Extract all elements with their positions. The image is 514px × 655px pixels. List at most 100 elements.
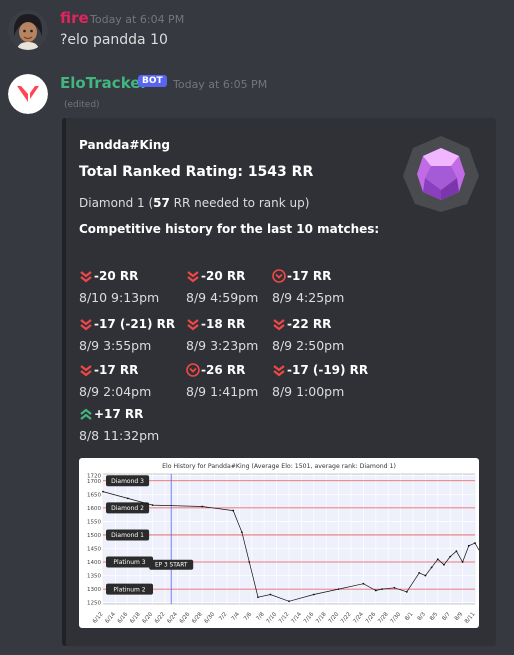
elo-data-point	[474, 542, 476, 544]
circle-down-icon	[186, 363, 200, 377]
bot-avatar[interactable]	[8, 74, 48, 114]
elo-data-point	[436, 558, 439, 561]
match-date: 8/10 9:13pm	[79, 290, 160, 305]
x-tick-label: 8/9	[454, 611, 465, 622]
elo-data-point	[126, 497, 129, 500]
y-tick-label: 1550	[87, 519, 101, 525]
match-date: 8/9 2:50pm	[272, 338, 345, 353]
double-down-arrow-icon	[79, 269, 93, 283]
elo-data-point	[288, 600, 290, 603]
elo-data-point	[257, 596, 259, 599]
elo-history-chart: Elo History for Pandda#King (Average Elo…	[79, 458, 514, 628]
bot-badge: BOT	[138, 75, 167, 87]
embed-author: Pandda#King	[79, 138, 170, 152]
username[interactable]: fire	[60, 9, 89, 27]
bot-username[interactable]: EloTracker	[60, 74, 148, 92]
x-tick-label: 7/12	[278, 611, 291, 624]
match-rr-change: -17 RR	[272, 266, 377, 286]
match-field: -22 RR 8/9 2:50pm	[272, 314, 377, 353]
y-tick-label: 1450	[87, 546, 101, 552]
elo-data-point	[102, 490, 104, 493]
diamond-rank-icon	[401, 134, 481, 214]
event-label: EP 3 START	[155, 563, 188, 569]
double-down-arrow-icon	[272, 363, 286, 377]
x-tick-label: 6/18	[129, 611, 142, 625]
match-date: 8/9 4:25pm	[272, 290, 345, 305]
timestamp: Today at 6:04 PM	[90, 13, 185, 26]
elo-data-point	[201, 505, 204, 508]
match-date: 8/9 1:00pm	[272, 384, 345, 399]
x-tick-label: 8/3	[417, 611, 428, 622]
x-tick-label: 6/22	[154, 611, 167, 624]
elo-data-point	[455, 550, 458, 553]
elo-data-point	[312, 593, 315, 596]
x-tick-label: 6/26	[179, 611, 192, 625]
match-date: 8/9 2:04pm	[79, 384, 152, 399]
elo-data-point	[232, 509, 235, 512]
x-tick-label: 7/28	[377, 611, 390, 625]
x-tick-label: 7/26	[365, 611, 378, 625]
elo-data-point	[151, 504, 154, 507]
x-tick-label: 8/1	[404, 611, 414, 622]
elo-data-point	[374, 589, 377, 592]
match-rr-change: -17 (-21) RR	[79, 314, 184, 334]
x-tick-label: 7/4	[231, 611, 242, 622]
x-tick-label: 6/12	[92, 611, 105, 624]
message-text: ?elo pandda 10	[60, 32, 168, 48]
x-tick-label: 7/10	[266, 611, 279, 625]
elo-data-point	[430, 566, 433, 569]
double-down-arrow-icon	[186, 317, 200, 331]
x-tick-label: 7/8	[255, 611, 266, 622]
double-down-arrow-icon	[79, 363, 93, 377]
x-tick-label: 7/30	[390, 611, 403, 625]
chart-title: Elo History for Pandda#King (Average Elo…	[162, 463, 396, 470]
match-field: -17 RR 8/9 2:04pm	[79, 360, 184, 399]
elo-data-point	[393, 586, 396, 589]
x-tick-label: 7/14	[290, 611, 303, 625]
double-down-arrow-icon	[186, 269, 200, 283]
match-date: 8/8 11:32pm	[79, 428, 160, 443]
match-field: +17 RR 8/8 11:32pm	[79, 404, 184, 443]
circle-down-icon	[272, 269, 286, 283]
y-tick-label: 1250	[87, 601, 101, 607]
message-fire: fire Today at 6:04 PM ?elo pandda 10	[0, 0, 514, 60]
match-field: -20 RR 8/10 9:13pm	[79, 266, 184, 305]
double-down-arrow-icon	[79, 317, 93, 331]
x-tick-label: 6/24	[166, 611, 179, 625]
rank-label: Platinum 2	[113, 586, 145, 593]
match-rr-change: -22 RR	[272, 314, 377, 334]
match-rr-change: -20 RR	[79, 266, 184, 286]
x-tick-label: 7/6	[243, 611, 254, 622]
match-rr-change: -17 (-19) RR	[272, 360, 377, 380]
x-tick-label: 8/5	[429, 611, 440, 622]
elo-data-point	[449, 555, 452, 558]
x-tick-label: 7/22	[340, 611, 353, 624]
elo-data-point	[269, 593, 272, 596]
x-tick-label: 7/24	[352, 611, 365, 625]
match-field: -17 RR 8/9 4:25pm	[272, 266, 377, 305]
rank-label: Platinum 3	[113, 559, 145, 566]
embed-card: Pandda#King Total Ranked Rating: 1543 RR…	[62, 118, 514, 646]
rank-label: Diamond 2	[111, 505, 144, 512]
elo-data-point	[424, 574, 427, 577]
user-avatar[interactable]	[8, 10, 48, 50]
rr-needed: 57	[153, 196, 170, 210]
timestamp: Today at 6:05 PM	[173, 78, 268, 91]
elo-data-point	[467, 544, 470, 547]
elo-data-point	[248, 561, 251, 563]
x-tick-label: 8/7	[441, 611, 452, 622]
edited-indicator: (edited)	[64, 100, 100, 110]
history-header: Competitive history for the last 10 matc…	[79, 222, 380, 236]
y-tick-label: 1600	[87, 506, 101, 512]
match-date: 8/9 3:55pm	[79, 338, 152, 353]
y-tick-label: 1700	[87, 479, 101, 485]
match-field: -17 (-21) RR 8/9 3:55pm	[79, 314, 184, 353]
x-tick-label: 7/20	[328, 611, 341, 625]
embed-rank-text: Diamond 1 (57 RR needed to rank up)	[79, 196, 310, 210]
y-tick-label: 1400	[87, 560, 101, 566]
x-tick-label: 7/18	[315, 611, 328, 625]
x-tick-label: 6/20	[142, 611, 155, 625]
elo-data-point	[461, 561, 464, 563]
x-tick-label: 6/30	[204, 611, 217, 625]
x-tick-label: 7/16	[303, 611, 316, 625]
